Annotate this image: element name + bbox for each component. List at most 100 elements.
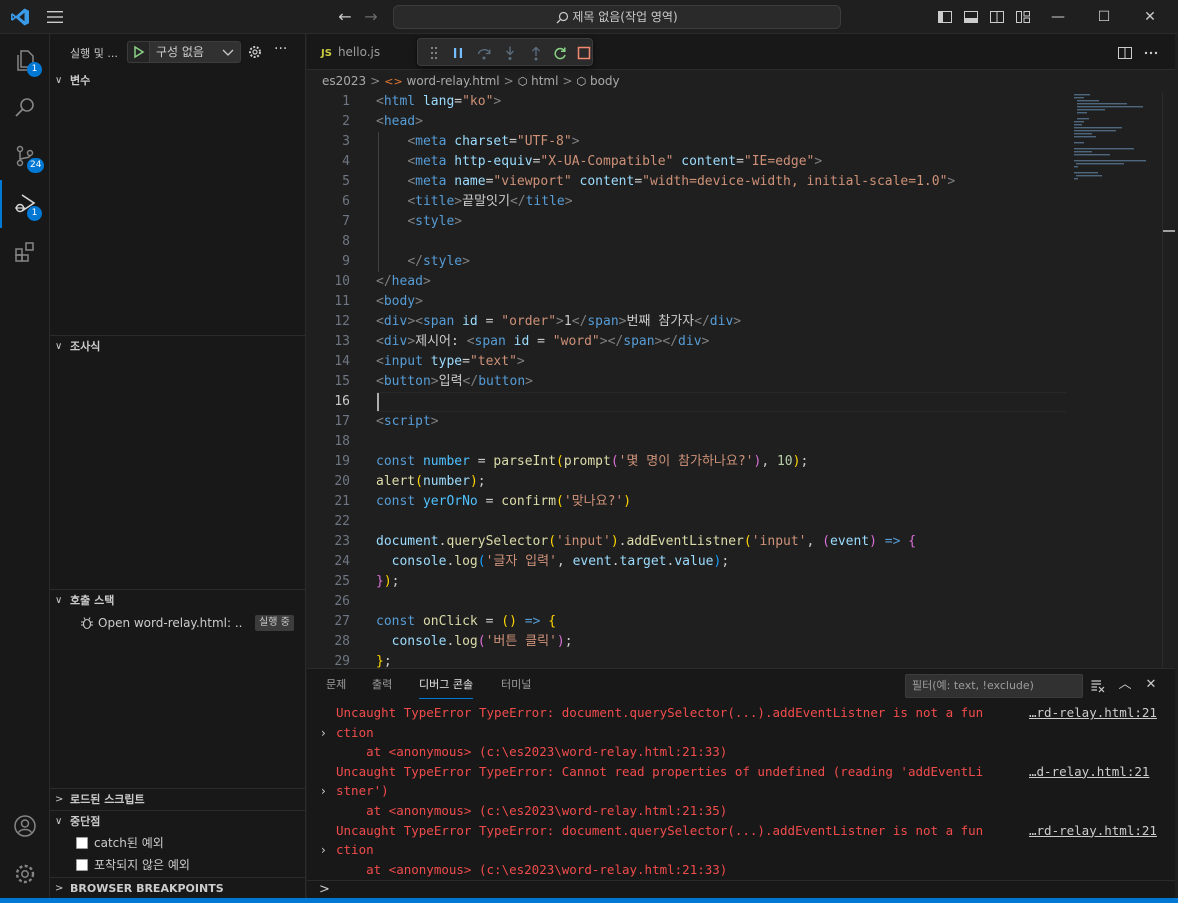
minimize-icon[interactable]: — bbox=[1047, 6, 1069, 28]
stop-icon[interactable] bbox=[576, 45, 592, 61]
callstack-session-item[interactable]: Open word-relay.html: ... 실행 중 bbox=[80, 612, 300, 634]
expand-chevron-icon[interactable]: › bbox=[321, 723, 326, 743]
code-token: = bbox=[477, 614, 502, 629]
run-and-debug-view[interactable]: 1 bbox=[0, 180, 50, 228]
console-filter-input[interactable]: 필터(예: text, !exclude) bbox=[905, 674, 1083, 698]
step-out-icon[interactable] bbox=[528, 45, 544, 61]
pause-icon[interactable] bbox=[450, 45, 466, 61]
console-source-link[interactable]: …d-relay.html:21 bbox=[1029, 762, 1149, 782]
breadcrumb-html[interactable]: html bbox=[531, 74, 558, 88]
code-editor[interactable]: 1 <html lang="ko"> 2 <head> 3 <meta charset=… bbox=[307, 92, 1067, 668]
caught-exceptions-checkbox[interactable] bbox=[76, 837, 88, 849]
console-line: › stner') bbox=[307, 781, 1175, 801]
code-token: 제시어: bbox=[415, 334, 467, 349]
extensions-view[interactable] bbox=[0, 228, 50, 276]
code-token: "UTF-8" bbox=[516, 134, 572, 149]
step-over-icon[interactable] bbox=[476, 45, 492, 61]
restart-icon[interactable] bbox=[552, 45, 568, 61]
maximize-panel-icon[interactable]: ︿ bbox=[1117, 677, 1133, 693]
code-token: </ bbox=[407, 254, 423, 269]
code-token: } bbox=[376, 574, 384, 589]
close-panel-icon[interactable]: ✕ bbox=[1143, 677, 1159, 693]
code-token: </ bbox=[509, 194, 526, 209]
source-control-view[interactable]: 24 bbox=[0, 132, 50, 180]
code-line: 27 const onClick = () => { bbox=[307, 612, 1067, 632]
console-source-link[interactable]: …rd-relay.html:21 bbox=[1029, 821, 1157, 841]
toggle-secondary-sidebar-icon[interactable] bbox=[989, 9, 1005, 25]
console-error-text: Uncaught TypeError TypeError: Cannot rea… bbox=[336, 763, 984, 779]
open-launch-json-gear-icon[interactable] bbox=[248, 45, 262, 59]
breadcrumb-file[interactable]: word-relay.html bbox=[407, 74, 500, 88]
console-input[interactable]: > bbox=[307, 880, 1175, 899]
code-token: > bbox=[599, 334, 608, 349]
variables-section-header[interactable]: ∨ 변수 bbox=[50, 70, 305, 92]
tab-debug-console[interactable]: 디버그 콘솔 bbox=[419, 669, 474, 701]
tab-terminal[interactable]: 터미널 bbox=[501, 669, 531, 701]
launch-config-select[interactable]: 구성 없음 bbox=[149, 41, 241, 63]
browser-breakpoints-section-header[interactable]: > BROWSER BREAKPOINTS bbox=[50, 877, 305, 899]
vscode-logo-icon[interactable] bbox=[10, 8, 30, 26]
step-into-icon[interactable] bbox=[502, 45, 518, 61]
code-token: div bbox=[383, 334, 408, 349]
uncaught-exceptions-checkbox[interactable] bbox=[76, 859, 88, 871]
code-line: 3 <meta charset="UTF-8"> bbox=[307, 132, 1067, 152]
code-token: < bbox=[407, 154, 416, 169]
code-line: 23 document.querySelector('input').addEve… bbox=[307, 532, 1067, 552]
debug-console-output[interactable]: Uncaught TypeError TypeError: document.q… bbox=[307, 702, 1175, 880]
back-arrow-icon[interactable]: ← bbox=[336, 8, 354, 26]
toggle-primary-sidebar-icon[interactable] bbox=[937, 9, 953, 25]
customize-layout-icon[interactable] bbox=[1015, 9, 1031, 25]
toggle-panel-icon[interactable] bbox=[963, 9, 979, 25]
command-center-search[interactable]: 제목 없음(작업 영역) bbox=[393, 5, 841, 29]
code-token: ; bbox=[721, 554, 730, 569]
console-error-text: Uncaught TypeError TypeError: document.q… bbox=[336, 705, 984, 720]
line-number: 6 bbox=[342, 194, 350, 209]
chevron-right-icon: > bbox=[562, 74, 573, 88]
minimap[interactable] bbox=[1072, 92, 1162, 212]
accounts-button[interactable] bbox=[0, 802, 50, 850]
console-error-text: at <anonymous> (c:\es2023\word-relay.htm… bbox=[336, 744, 728, 760]
split-editor-icon[interactable] bbox=[1117, 45, 1133, 61]
account-icon bbox=[14, 815, 36, 837]
code-token: style bbox=[415, 214, 455, 229]
code-token: button bbox=[478, 374, 526, 389]
code-token: http-equiv bbox=[454, 154, 533, 169]
code-line: 25}); bbox=[307, 572, 1067, 592]
menu-icon[interactable] bbox=[46, 9, 64, 25]
console-source-link[interactable]: …rd-relay.html:21 bbox=[1029, 703, 1157, 723]
start-debugging-button[interactable] bbox=[127, 41, 149, 63]
explorer-view[interactable]: 1 bbox=[0, 36, 50, 84]
close-icon[interactable]: ✕ bbox=[1139, 6, 1161, 28]
expand-chevron-icon[interactable]: › bbox=[321, 840, 326, 860]
console-error-text: ction bbox=[336, 724, 374, 740]
editor-more-actions-icon[interactable] bbox=[1143, 45, 1159, 61]
loaded-scripts-section-header[interactable]: > 로드된 스크립트 bbox=[50, 788, 305, 810]
drag-handle-icon[interactable] bbox=[426, 45, 442, 61]
breadcrumb-folder[interactable]: es2023 bbox=[322, 74, 366, 88]
editor-vertical-scrollbar[interactable] bbox=[1162, 92, 1175, 668]
code-token: meta bbox=[415, 134, 447, 149]
tab-hello-js[interactable]: JS hello.js bbox=[307, 34, 407, 70]
code-text: <style> bbox=[376, 212, 462, 232]
breakpoints-section-header[interactable]: ∨ 중단점 bbox=[50, 810, 305, 832]
caught-exceptions-item[interactable]: catch된 예외 bbox=[76, 832, 164, 854]
maximize-icon[interactable]: ☐ bbox=[1093, 6, 1115, 28]
tab-output[interactable]: 출력 bbox=[372, 669, 392, 701]
search-view[interactable] bbox=[0, 84, 50, 132]
code-token: ) bbox=[623, 494, 632, 509]
clear-console-icon[interactable] bbox=[1090, 677, 1106, 693]
code-text: <meta http-equiv = "X-UA-Compatible" conte… bbox=[376, 152, 822, 172]
expand-chevron-icon[interactable]: › bbox=[321, 781, 326, 801]
uncaught-exceptions-item[interactable]: 포착되지 않은 예외 bbox=[76, 854, 190, 876]
more-actions-icon[interactable]: ··· bbox=[274, 41, 287, 57]
forward-arrow-icon[interactable]: → bbox=[362, 8, 380, 26]
tab-problems[interactable]: 문제 bbox=[326, 669, 346, 701]
line-number: 13 bbox=[334, 334, 350, 349]
manage-button[interactable] bbox=[0, 850, 50, 898]
watch-section-header[interactable]: ∨ 조사식 bbox=[50, 335, 305, 357]
line-number: 28 bbox=[334, 634, 350, 649]
callstack-item-label: Open word-relay.html: ... bbox=[98, 616, 243, 630]
code-token: > bbox=[462, 254, 470, 269]
breadcrumb-body[interactable]: body bbox=[590, 74, 620, 88]
callstack-section-header[interactable]: ∨ 호출 스택 bbox=[50, 589, 305, 611]
